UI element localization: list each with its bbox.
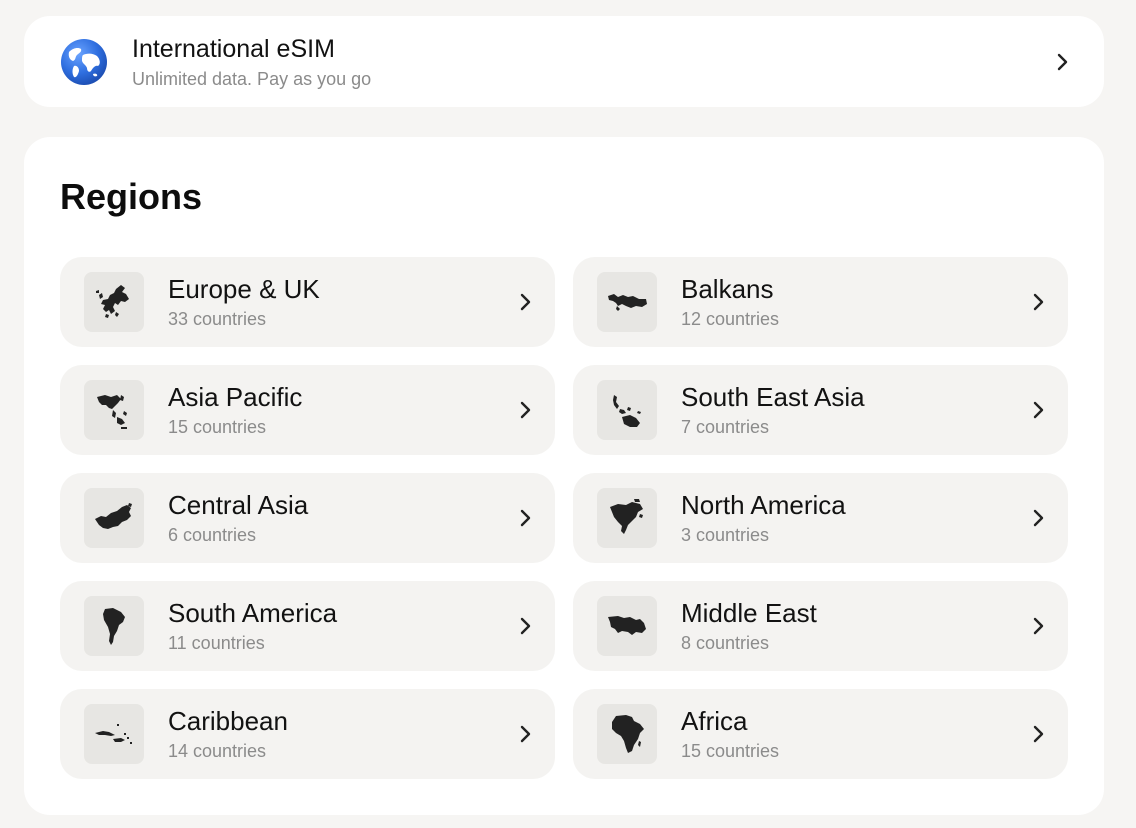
chevron-right-icon — [1033, 401, 1044, 419]
region-middle-east[interactable]: Middle East 8 countries — [573, 581, 1068, 671]
region-count: 11 countries — [168, 633, 265, 653]
region-central-asia[interactable]: Central Asia 6 countries — [60, 473, 555, 563]
region-name: Balkans — [681, 274, 774, 304]
region-name: Europe & UK — [168, 274, 320, 304]
map-tile — [84, 704, 144, 764]
region-africa[interactable]: Africa 15 countries — [573, 689, 1068, 779]
international-esim-card[interactable]: International eSIM Unlimited data. Pay a… — [24, 16, 1104, 107]
chevron-right-icon — [1033, 509, 1044, 527]
caribbean-map-icon — [95, 724, 132, 744]
asia-pacific-map-icon — [97, 395, 127, 429]
region-name: Asia Pacific — [168, 382, 303, 412]
region-name: Central Asia — [168, 490, 309, 520]
region-name: Caribbean — [168, 706, 288, 736]
region-north-america[interactable]: North America 3 countries — [573, 473, 1068, 563]
region-count: 8 countries — [681, 633, 770, 653]
region-name: South East Asia — [681, 382, 865, 412]
region-south-america[interactable]: South America 11 countries — [60, 581, 555, 671]
africa-map-icon — [612, 715, 644, 753]
chevron-right-icon — [1057, 53, 1068, 70]
region-asia-pacific[interactable]: Asia Pacific 15 countries — [60, 365, 555, 455]
south-america-map-icon — [103, 608, 125, 645]
region-south-east-asia[interactable]: South East Asia 7 countries — [573, 365, 1068, 455]
regions-grid: Europe & UK 33 countries Balkans 12 coun… — [60, 257, 1068, 779]
region-name: Middle East — [681, 598, 817, 628]
map-tile — [597, 596, 657, 656]
chevron-right-icon — [520, 401, 531, 419]
chevron-right-icon — [520, 509, 531, 527]
map-tile — [84, 488, 144, 548]
north-america-map-icon — [610, 499, 643, 534]
balkans-map-icon — [608, 294, 647, 311]
map-tile — [597, 380, 657, 440]
chevron-right-icon — [520, 293, 531, 311]
region-count: 12 countries — [681, 309, 780, 329]
region-count: 6 countries — [168, 525, 257, 545]
chevron-right-icon — [520, 617, 531, 635]
region-count: 14 countries — [168, 741, 267, 761]
globe-icon — [61, 38, 107, 85]
map-tile — [84, 596, 144, 656]
europe-map-icon — [96, 285, 129, 318]
region-count: 15 countries — [681, 741, 780, 761]
region-balkans[interactable]: Balkans 12 countries — [573, 257, 1068, 347]
region-count: 3 countries — [681, 525, 770, 545]
map-tile — [84, 272, 144, 332]
south-east-asia-map-icon — [613, 395, 641, 427]
region-count: 15 countries — [168, 417, 267, 437]
map-tile — [597, 272, 657, 332]
chevron-right-icon — [1033, 293, 1044, 311]
region-europe-uk[interactable]: Europe & UK 33 countries — [60, 257, 555, 347]
region-count: 33 countries — [168, 309, 267, 329]
map-tile — [597, 488, 657, 548]
region-name: South America — [168, 598, 338, 628]
map-tile — [84, 380, 144, 440]
region-name: North America — [681, 490, 846, 520]
region-name: Africa — [681, 706, 748, 736]
central-asia-map-icon — [95, 503, 132, 529]
chevron-right-icon — [1033, 617, 1044, 635]
region-caribbean[interactable]: Caribbean 14 countries — [60, 689, 555, 779]
chevron-right-icon — [520, 725, 531, 743]
region-count: 7 countries — [681, 417, 770, 437]
international-esim-title: International eSIM — [132, 34, 335, 63]
regions-heading: Regions — [60, 176, 203, 217]
middle-east-map-icon — [608, 616, 646, 635]
international-esim-subtitle: Unlimited data. Pay as you go — [132, 68, 372, 89]
chevron-right-icon — [1033, 725, 1044, 743]
map-tile — [597, 704, 657, 764]
regions-card: Regions Europe & UK 33 countries Balkans… — [24, 137, 1104, 815]
